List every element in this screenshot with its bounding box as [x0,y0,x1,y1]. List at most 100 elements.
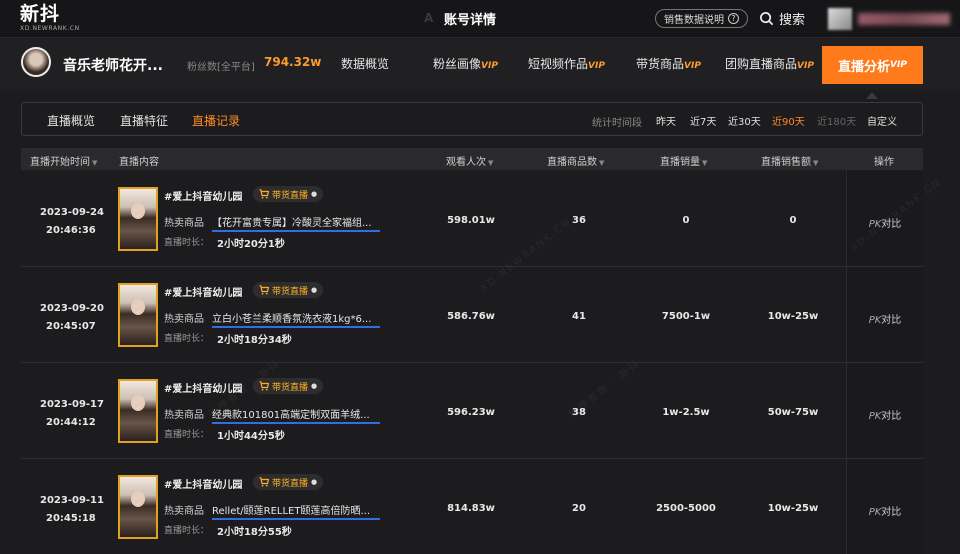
pk-compare-button[interactable]: PK对比 [867,407,903,422]
search-label: 搜索 [779,13,806,28]
pk-icon: PK [868,315,882,326]
live-room-title[interactable]: #爱上抖音幼儿园 [164,284,242,299]
search-button[interactable]: 搜索 [759,9,805,28]
sales-data-help-button[interactable]: 销售数据说明 ? [655,9,748,28]
live-room-title[interactable]: #爱上抖音幼儿园 [164,188,242,203]
header-content: 直播内容 [119,157,159,168]
tab-short-video[interactable]: 短视频作品VIP [528,55,605,72]
dot-icon: ● [311,478,318,486]
time-range-label: 统计时间段 [592,118,642,129]
vip-badge: VIP [797,61,814,71]
header-viewers[interactable]: 观看人次 ▼ [446,153,493,168]
header-products[interactable]: 直播商品数 ▼ [547,153,604,168]
subtab-live-overview[interactable]: 直播概览 [47,112,95,129]
account-avatar [21,47,51,77]
pk-compare-button[interactable]: PK对比 [867,311,903,326]
duration-value: 1小时44分5秒 [217,431,285,442]
pk-icon: PK [868,507,882,518]
duration-value: 2小时18分55秒 [217,527,292,538]
live-time: 20:45:07 [46,321,96,332]
live-date: 2023-09-24 [40,207,104,218]
vip-badge: VIP [684,61,701,71]
duration-label: 直播时长： [164,334,210,344]
user-avatar[interactable] [828,8,852,30]
live-time: 20:44:12 [46,417,96,428]
live-type-label: 带货直播 [272,286,309,297]
shopping-cart-icon [259,189,269,199]
header-label: 直播销量 [660,157,700,168]
subtab-live-records[interactable]: 直播记录 [192,112,240,129]
question-icon: ? [728,13,739,24]
range-30d[interactable]: 近30天 [728,113,761,128]
tab-label: 带货商品 [636,57,685,71]
sort-caret-icon: ▼ [92,159,98,167]
subtab-live-features[interactable]: 直播特征 [120,112,168,129]
hot-product-label: 热卖商品 [164,314,204,325]
duration-label: 直播时长： [164,430,210,440]
compare-label: 对比 [881,507,902,518]
sales-value: 1w-2.5w [662,407,710,418]
tab-goods[interactable]: 带货商品VIP [636,55,701,72]
page-title: 账号详情 [444,13,497,28]
tab-data-overview[interactable]: 数据概览 [341,55,389,72]
table-row[interactable]: 2023-09-11 20:45:18 #爱上抖音幼儿园 带货直播 ● 热卖商品… [21,459,923,554]
live-cover-thumbnail[interactable] [118,475,158,539]
brand-logo[interactable]: 新抖 XD.NEWRANK.CN [20,4,80,32]
hot-product-link[interactable]: 经典款101801高端定制双面羊绒... [212,406,380,424]
header-sales[interactable]: 直播销量 ▼ [660,153,707,168]
table-row[interactable]: 2023-09-17 20:44:12 #爱上抖音幼儿园 带货直播 ● 热卖商品… [21,363,923,459]
header-label: 观看人次 [446,157,486,168]
sort-caret-icon: ▼ [599,159,605,167]
header-label: 直播商品数 [547,157,597,168]
table-row[interactable]: 2023-09-20 20:45:07 #爱上抖音幼儿园 带货直播 ● 热卖商品… [21,267,923,363]
top-bar: 新抖 XD.NEWRANK.CN A T 账号详情 销售数据说明 ? 搜索 [0,0,960,38]
header-label: 直播销售额 [761,157,811,168]
live-date: 2023-09-11 [40,495,104,506]
fans-label: 粉丝数[全平台] [187,62,255,73]
sales-value: 2500-5000 [656,503,716,514]
live-type-tag: 带货直播 ● [253,282,324,298]
hot-product-link[interactable]: Rellet/颐莲RELLET颐莲高倍防晒... [212,502,380,520]
sales-amount-value: 50w-75w [767,407,819,418]
range-90d[interactable]: 近90天 [772,113,805,128]
sales-value: 7500-1w [661,311,711,322]
range-7d[interactable]: 近7天 [690,113,716,128]
products-value: 20 [572,503,586,514]
tab-live-analysis[interactable]: 直播分析 VIP [822,46,923,84]
range-yesterday[interactable]: 昨天 [656,113,676,128]
hot-product-label: 热卖商品 [164,410,204,421]
sort-caret-icon: ▼ [813,159,819,167]
live-cover-thumbnail[interactable] [118,379,158,443]
range-180d[interactable]: 近180天 [817,113,856,128]
tab-label: 直播分析 [838,59,891,75]
hot-product-link[interactable]: 【花开富贵专属】冷酸灵全家福组... [212,214,380,232]
viewers-value: 814.83w [447,503,495,514]
tab-label: 粉丝画像 [433,57,482,71]
live-cover-thumbnail[interactable] [118,283,158,347]
sort-caret-icon: ▼ [702,159,708,167]
live-room-title[interactable]: #爱上抖音幼儿园 [164,476,242,491]
live-type-label: 带货直播 [272,478,309,489]
range-custom[interactable]: 自定义 [867,113,897,128]
sales-help-label: 销售数据说明 [664,15,724,26]
live-subtabs: 直播概览 直播特征 直播记录 统计时间段 昨天 近7天 近30天 近90天 近1… [21,102,923,136]
table-row[interactable]: 2023-09-24 20:46:36 #爱上抖音幼儿园 带货直播 ● 热卖商品… [21,171,923,267]
header-sales-amount[interactable]: 直播销售额 ▼ [761,153,818,168]
hot-product-link[interactable]: 立白小苍兰柔顺香氛洗衣液1kg*6... [212,310,380,328]
sales-value: 0 [682,215,690,226]
header-action: 操作 [874,157,894,168]
products-value: 41 [572,311,586,322]
user-name-blurred[interactable] [858,13,950,25]
live-date: 2023-09-17 [40,399,104,410]
account-name: 音乐老师花开... [63,58,163,74]
vip-badge: VIP [890,60,907,70]
pk-compare-button[interactable]: PK对比 [867,503,903,518]
header-start-time[interactable]: 直播开始时间 ▼ [30,153,97,168]
tab-label: 团购直播商品 [725,57,798,71]
live-cover-thumbnail[interactable] [118,187,158,251]
live-time: 20:45:18 [46,513,96,524]
tab-group-live-goods[interactable]: 团购直播商品VIP [725,55,814,72]
live-date: 2023-09-20 [40,303,104,314]
tab-fans-profile[interactable]: 粉丝画像VIP [433,55,498,72]
viewers-value: 596.23w [447,407,495,418]
